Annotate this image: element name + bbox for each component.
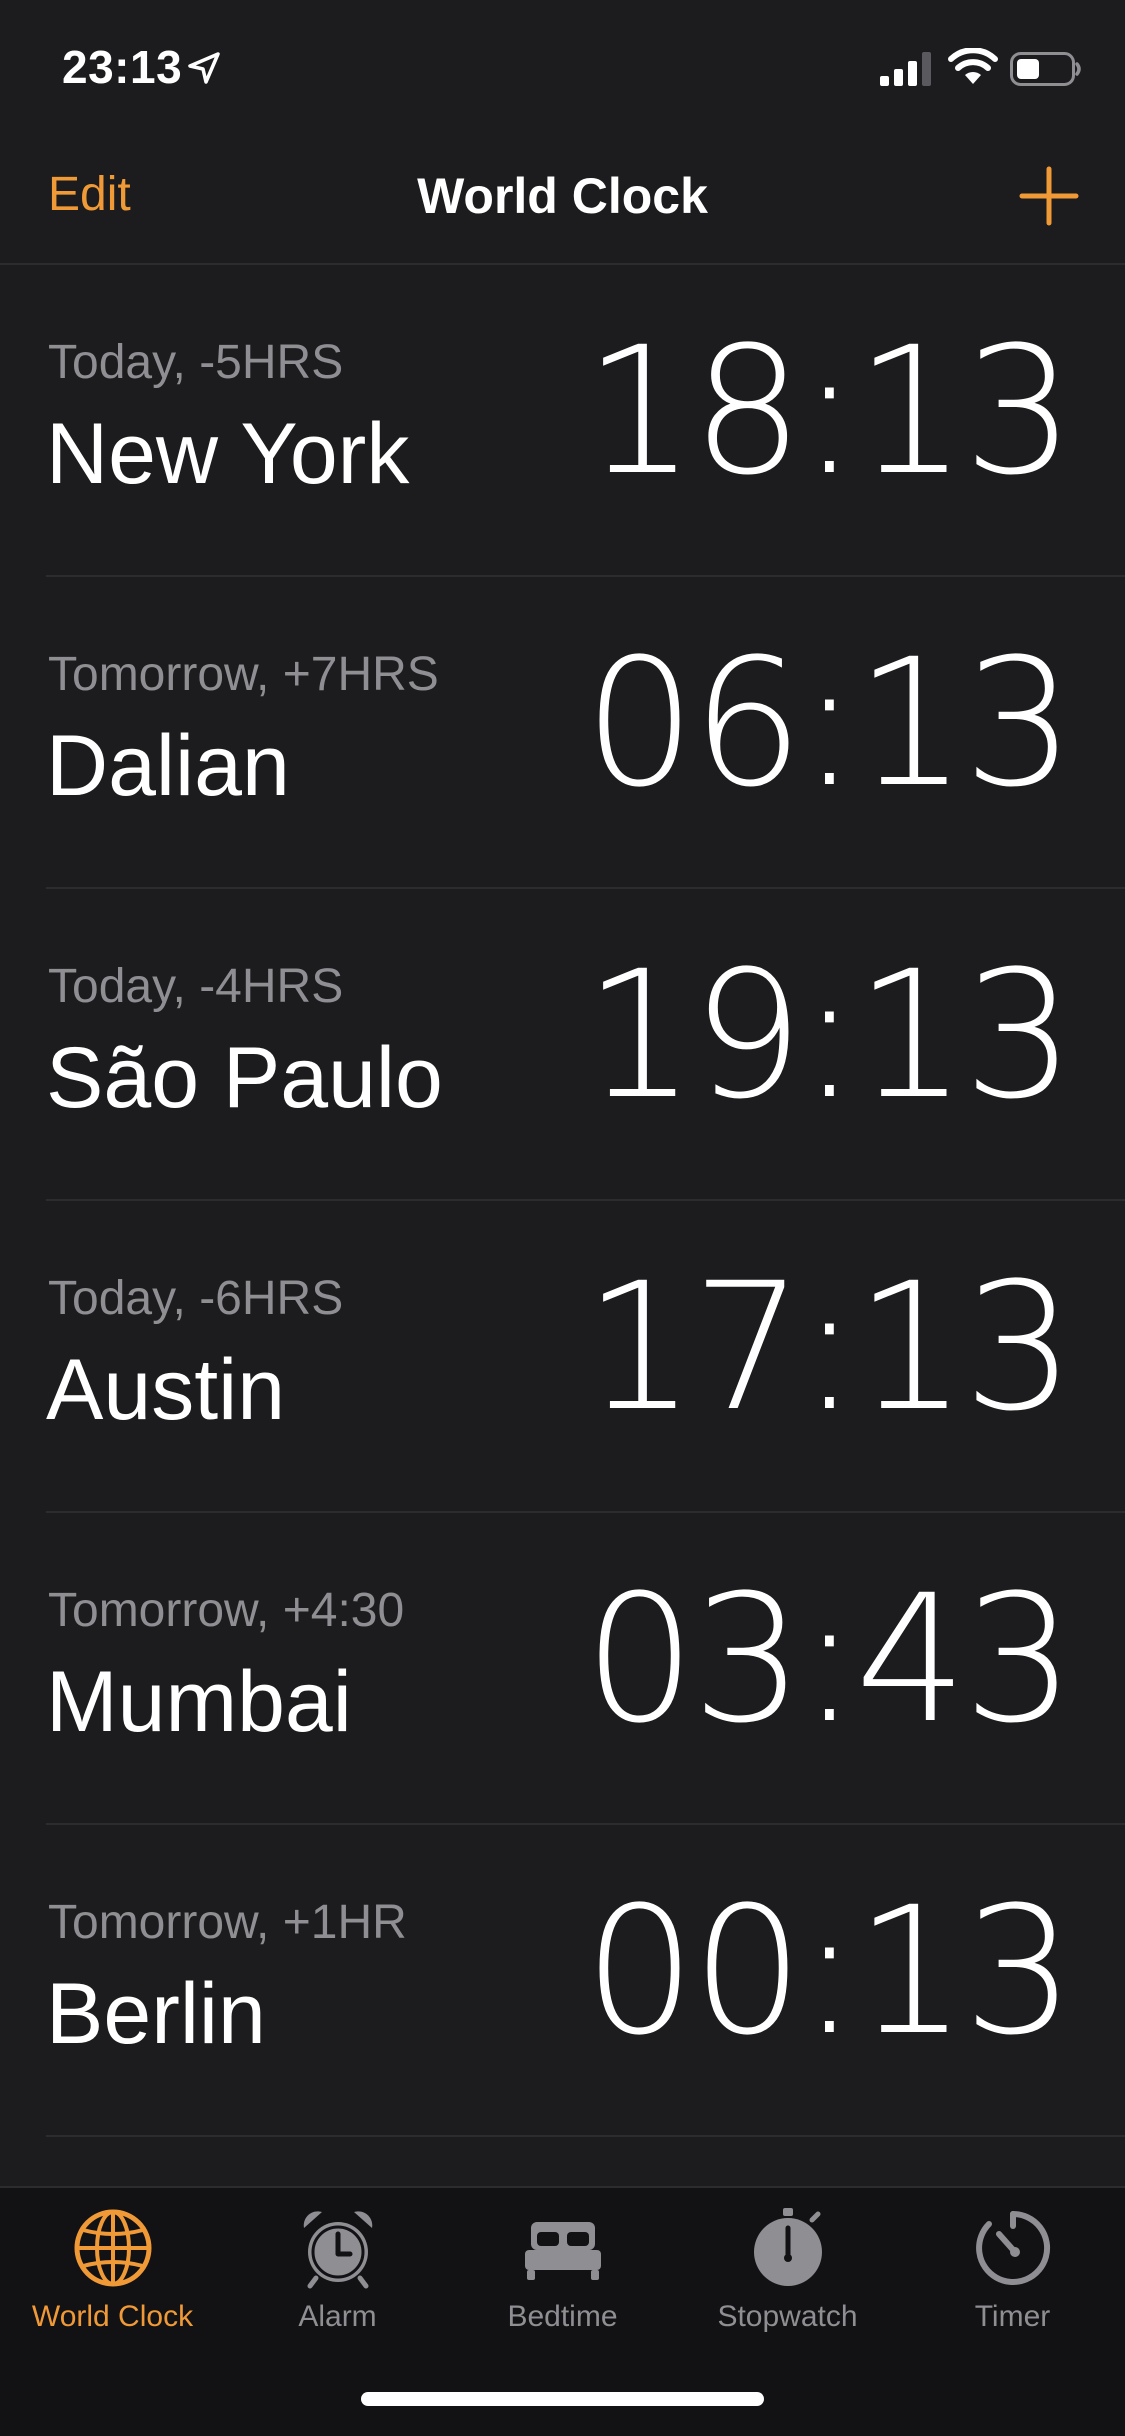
clock-row[interactable]: Today, -6HRS Austin 17:13 [46, 1201, 1125, 1513]
clock-time: 00:13 [583, 1869, 1075, 2074]
status-bar: 23:13 [0, 0, 1125, 135]
clock-time: 03:43 [583, 1557, 1075, 1762]
clock-row[interactable]: Tomorrow, +7HRS Dalian 06:13 [46, 577, 1125, 889]
clock-city: Dalian [46, 718, 290, 814]
tab-timer[interactable]: Timer [900, 2206, 1125, 2346]
clock-offset: Today, -4HRS [48, 960, 344, 1013]
add-clock-button[interactable] [1018, 165, 1080, 227]
tab-label: World Clock [31, 2300, 194, 2333]
world-clock-screen: 23:13 Edit World Clock Today, -5HRS New … [0, 0, 1125, 2436]
tab-stopwatch[interactable]: Stopwatch [675, 2206, 900, 2346]
alarm-clock-icon [303, 2211, 372, 2289]
globe-icon [74, 2209, 151, 2287]
tab-label: Stopwatch [717, 2300, 858, 2333]
clock-row[interactable]: Tomorrow, +1HR Berlin 00:13 [46, 1825, 1125, 2137]
battery-icon [1010, 52, 1081, 86]
clock-city: Berlin [46, 1966, 266, 2062]
clock-offset: Today, -5HRS [48, 336, 344, 389]
clock-offset: Tomorrow, +1HR [48, 1896, 407, 1949]
clock-time: 17:13 [583, 1245, 1075, 1450]
clock-row[interactable]: Today, -5HRS New York 18:13 [46, 265, 1125, 577]
status-time: 23:13 [62, 41, 183, 93]
clock-offset: Tomorrow, +4:30 [48, 1584, 405, 1637]
clock-offset: Tomorrow, +7HRS [48, 648, 439, 701]
clock-time: 19:13 [583, 933, 1075, 1138]
bed-icon [524, 2222, 601, 2280]
navigation-bar: Edit World Clock [0, 135, 1125, 265]
clock-row[interactable]: Tomorrow, +4:30 Mumbai 03:43 [46, 1513, 1125, 1825]
tab-bedtime[interactable]: Bedtime [450, 2206, 675, 2346]
stopwatch-icon [753, 2208, 822, 2286]
location-arrow-icon [188, 52, 220, 84]
tab-world-clock[interactable]: World Clock [0, 2206, 225, 2346]
home-indicator[interactable] [361, 2392, 764, 2406]
clock-row[interactable]: Today, -4HRS São Paulo 19:13 [46, 889, 1125, 1201]
clock-time: 18:13 [583, 309, 1075, 514]
clock-list: Today, -5HRS New York 18:13 Tomorrow, +7… [0, 265, 1125, 2137]
clock-city: São Paulo [46, 1030, 443, 1126]
clock-city: New York [46, 406, 410, 502]
clock-time: 06:13 [583, 621, 1075, 826]
clock-offset: Today, -6HRS [48, 1272, 344, 1325]
tab-label: Alarm [298, 2300, 377, 2333]
clock-city: Mumbai [46, 1654, 352, 1750]
timer-icon [975, 2211, 1050, 2285]
page-title: World Clock [417, 168, 708, 224]
tab-label: Bedtime [507, 2300, 618, 2333]
tab-alarm[interactable]: Alarm [225, 2206, 450, 2346]
wifi-icon [948, 48, 998, 84]
tab-label: Timer [974, 2300, 1051, 2333]
clock-city: Austin [46, 1342, 286, 1438]
cellular-signal-icon [880, 52, 931, 86]
